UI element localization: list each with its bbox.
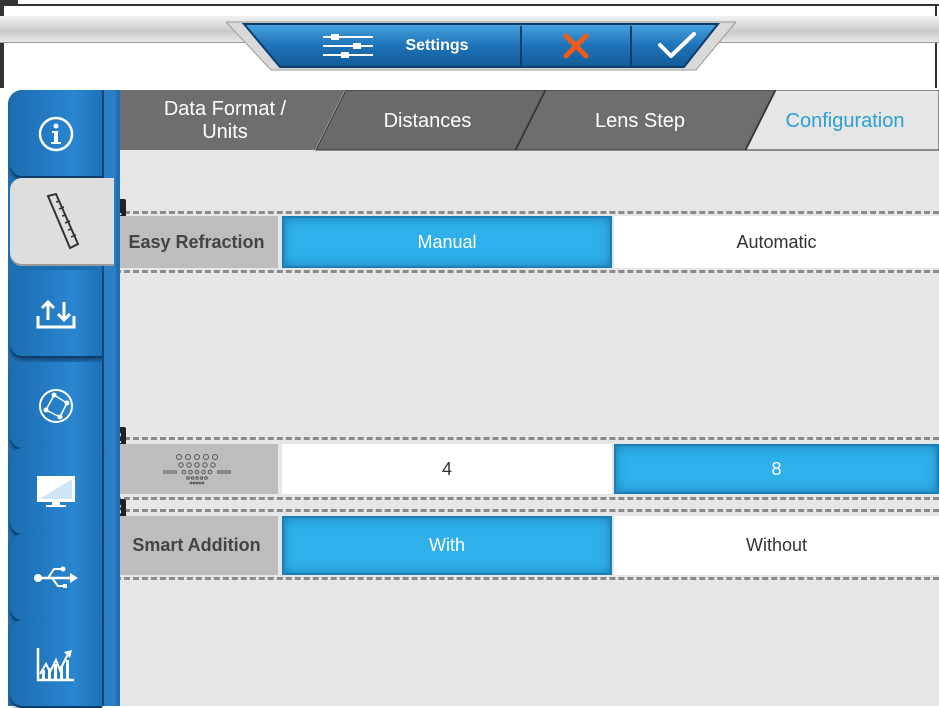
- tab-configuration-label: Configuration: [785, 109, 905, 132]
- smart-addition-label: Smart Addition: [115, 516, 278, 575]
- grid-count-4-option[interactable]: 4: [282, 444, 612, 494]
- sidebar: [8, 90, 120, 708]
- import-export-icon: [36, 299, 76, 329]
- sidebar-item-info[interactable]: [10, 90, 102, 178]
- easy-refraction-row: Easy Refraction Manual Automatic: [115, 216, 939, 268]
- ruler-icon: [46, 192, 80, 250]
- confirm-button[interactable]: [632, 24, 722, 68]
- sidebar-item-statistics[interactable]: [10, 620, 102, 708]
- sliders-icon: [323, 34, 374, 58]
- window-frame: [0, 4, 939, 6]
- close-icon: [563, 33, 589, 59]
- divider: [115, 437, 939, 440]
- easy-refraction-manual-option[interactable]: Manual: [282, 216, 612, 268]
- chart-icon: [36, 648, 74, 682]
- divider: [115, 577, 939, 580]
- grid-count-8-option[interactable]: 8: [614, 444, 939, 494]
- window-corner: [0, 0, 18, 4]
- tab-lens-step[interactable]: Lens Step: [525, 90, 755, 152]
- tab-data-format-line2: Units: [202, 121, 248, 143]
- settings-button[interactable]: Settings: [270, 24, 520, 68]
- easy-refraction-label: Easy Refraction: [115, 216, 278, 268]
- sidebar-item-display[interactable]: [10, 448, 102, 536]
- sidebar-item-network[interactable]: [10, 362, 102, 450]
- tab-configuration[interactable]: Configuration: [751, 90, 939, 152]
- dot-grid-icon: [162, 454, 231, 485]
- grid-count-label: [115, 444, 278, 494]
- smart-addition-row: Smart Addition With Without: [115, 516, 939, 575]
- grid-count-row: 4 8: [115, 444, 939, 494]
- content-panel: [115, 90, 939, 706]
- info-icon: [38, 116, 74, 152]
- settings-label: Settings: [405, 37, 469, 54]
- subtab-bar: Data Format / Units Distances Lens Step …: [115, 90, 939, 152]
- top-bar: Settings: [0, 0, 939, 88]
- easy-refraction-automatic-option[interactable]: Automatic: [614, 216, 939, 268]
- tab-distances[interactable]: Distances: [320, 90, 535, 152]
- smart-addition-without-option[interactable]: Without: [614, 516, 939, 575]
- check-icon: [658, 32, 696, 58]
- tab-data-format-line1: Data Format /: [163, 98, 287, 120]
- tab-data-format[interactable]: Data Format / Units: [115, 90, 335, 152]
- divider: [115, 270, 939, 273]
- monitor-icon: [37, 476, 75, 507]
- smart-addition-with-option[interactable]: With: [282, 516, 612, 575]
- tab-lens-step-label: Lens Step: [594, 109, 686, 132]
- divider: [115, 509, 939, 512]
- tab-distances-label: Distances: [383, 109, 472, 132]
- cancel-button[interactable]: [521, 24, 631, 68]
- sidebar-item-usb[interactable]: [10, 534, 102, 622]
- usb-icon: [34, 566, 78, 588]
- sidebar-item-ruler[interactable]: [10, 178, 114, 266]
- sidebar-item-import-export[interactable]: [10, 270, 102, 358]
- divider: [115, 497, 939, 500]
- network-icon: [39, 389, 73, 423]
- divider: [115, 211, 939, 214]
